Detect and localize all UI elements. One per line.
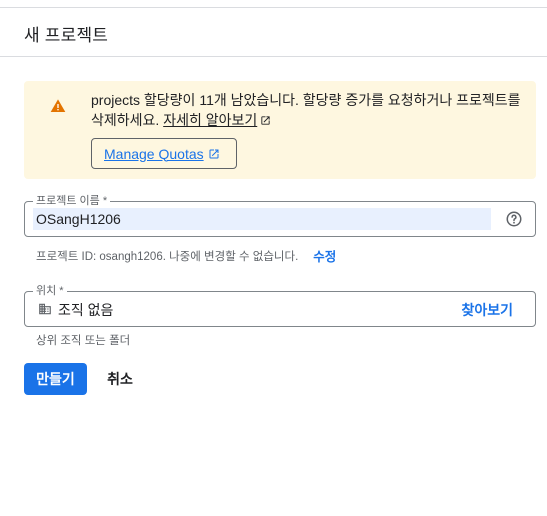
warning-icon [50,99,66,112]
help-icon[interactable] [505,210,523,228]
warning-message: projects 할당량이 11개 남았습니다. 할당량 증가를 요청하거나 프… [91,90,521,130]
open-in-new-icon [209,149,219,158]
manage-quotas-label: Manage Quotas [104,145,204,162]
project-name-input[interactable] [33,208,491,230]
project-id-text: 프로젝트 ID: osangh1206. 나중에 변경할 수 없습니다. [36,250,299,263]
location-hint: 상위 조직 또는 폴더 [36,335,131,347]
location-field[interactable]: 위치 * 조직 없음 찾아보기 [24,284,536,327]
location-label: 위치 * [33,284,67,298]
top-divider [0,7,547,8]
project-name-label: 프로젝트 이름 * [33,194,111,208]
page-title: 새 프로젝트 [24,26,109,45]
project-name-field: 프로젝트 이름 * [24,194,536,237]
location-value: 조직 없음 [58,302,114,318]
warning-text: projects 할당량이 11개 남았습니다. 할당량 증가를 요청하거나 프… [91,92,521,128]
quota-warning-banner: projects 할당량이 11개 남았습니다. 할당량 증가를 요청하거나 프… [24,81,536,179]
browse-button[interactable]: 찾아보기 [461,300,513,320]
learn-more-link[interactable]: 자세히 알아보기 [163,112,257,128]
building-icon [39,303,51,315]
edit-project-id-button[interactable]: 수정 [313,246,336,265]
open-in-new-icon [261,116,270,125]
project-id-row: 프로젝트 ID: osangh1206. 나중에 변경할 수 없습니다. 수정 [36,246,336,265]
manage-quotas-button[interactable]: Manage Quotas [91,138,237,169]
title-divider [0,56,547,57]
create-button[interactable]: 만들기 [24,363,87,395]
cancel-button[interactable]: 취소 [100,363,140,395]
